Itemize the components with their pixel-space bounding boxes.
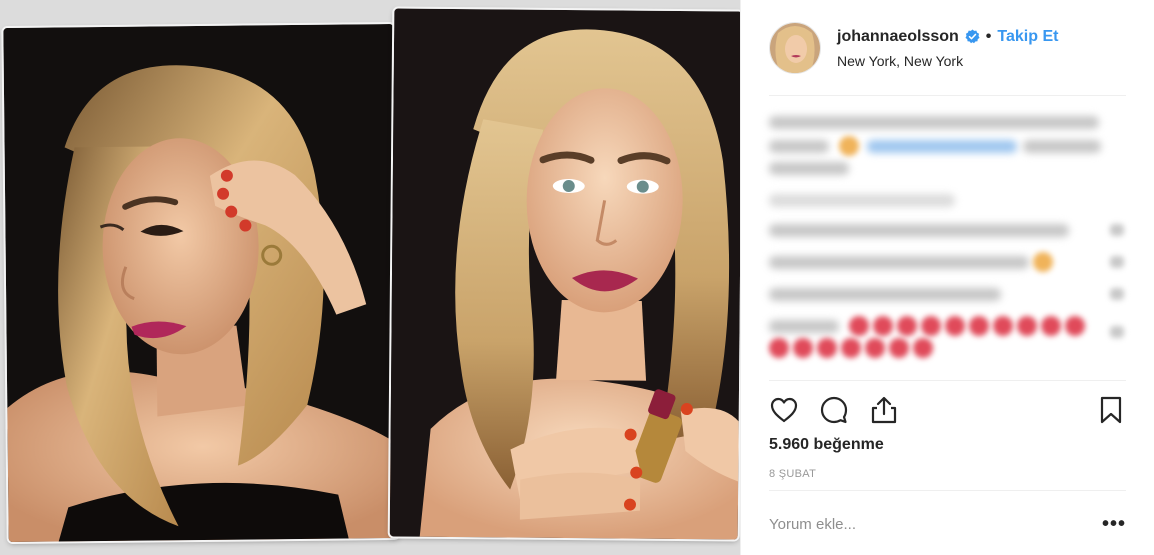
- username-link[interactable]: johannaeolsson: [837, 28, 959, 46]
- emoji-blur: [993, 316, 1013, 336]
- instagram-post: johannaeolsson • Takip Et New York, New …: [0, 0, 1154, 555]
- comment-line: [769, 256, 1029, 269]
- emoji-blur: [1041, 316, 1061, 336]
- emoji-blur: [913, 338, 933, 358]
- emoji-blur: [969, 316, 989, 336]
- post-side-panel: johannaeolsson • Takip Et New York, New …: [740, 0, 1154, 555]
- comment-like-icon: [1110, 326, 1124, 338]
- comment-like-icon: [1110, 256, 1124, 268]
- mention-blur: [867, 140, 1017, 153]
- heart-icon: [770, 397, 798, 423]
- emoji-blur: [873, 316, 893, 336]
- comment-line: [769, 288, 1001, 301]
- emoji-blur: [1065, 316, 1085, 336]
- avatar[interactable]: [769, 22, 821, 74]
- follow-button[interactable]: Takip Et: [997, 28, 1058, 46]
- post-date[interactable]: 8 ŞUBAT: [769, 468, 816, 480]
- add-comment-bar: •••: [769, 506, 1126, 542]
- emoji-blur: [793, 338, 813, 358]
- comment-input[interactable]: [769, 515, 1102, 533]
- emoji-blur: [839, 136, 859, 156]
- portrait-photo-right: [389, 8, 740, 540]
- emoji-blur: [1033, 252, 1053, 272]
- location-link[interactable]: New York, New York: [837, 53, 1058, 69]
- portrait-photo-left: [3, 23, 399, 543]
- emoji-blur: [769, 338, 789, 358]
- bookmark-icon: [1100, 396, 1122, 424]
- emoji-blur: [897, 316, 917, 336]
- like-button[interactable]: [769, 392, 805, 428]
- load-more-blur: [769, 194, 955, 207]
- comment-like-icon: [1110, 288, 1124, 300]
- comment-line: [769, 224, 1069, 237]
- emoji-blur: [1017, 316, 1037, 336]
- save-button[interactable]: [1090, 392, 1126, 428]
- comments-list-blurred: [769, 112, 1130, 362]
- action-bar: [769, 392, 1126, 428]
- caption-line: [769, 162, 849, 175]
- name-row: johannaeolsson • Takip Et: [837, 28, 1058, 46]
- comment-divider: [769, 490, 1126, 491]
- comment-line: [769, 320, 839, 333]
- emoji-blur: [889, 338, 909, 358]
- more-options-icon[interactable]: •••: [1102, 514, 1126, 534]
- comment-button[interactable]: [819, 392, 855, 428]
- comment-like-icon: [1110, 224, 1124, 236]
- emoji-blur: [945, 316, 965, 336]
- actions-divider: [769, 380, 1126, 381]
- post-header: johannaeolsson • Takip Et New York, New …: [769, 20, 1126, 76]
- verified-badge-icon: [965, 29, 980, 44]
- share-button[interactable]: [869, 392, 905, 428]
- emoji-blur: [817, 338, 837, 358]
- comment-icon: [820, 396, 848, 424]
- emoji-blur: [841, 338, 861, 358]
- post-media[interactable]: [0, 0, 740, 555]
- header-divider: [769, 95, 1126, 96]
- emoji-blur: [849, 316, 869, 336]
- caption-line: [769, 140, 829, 153]
- separator-dot: •: [985, 27, 992, 45]
- caption-line: [769, 116, 1099, 129]
- share-icon: [871, 396, 897, 424]
- likes-count[interactable]: 5.960 beğenme: [769, 436, 884, 454]
- emoji-blur: [921, 316, 941, 336]
- header-text: johannaeolsson • Takip Et New York, New …: [837, 28, 1058, 69]
- caption-line: [1023, 140, 1101, 153]
- emoji-blur: [865, 338, 885, 358]
